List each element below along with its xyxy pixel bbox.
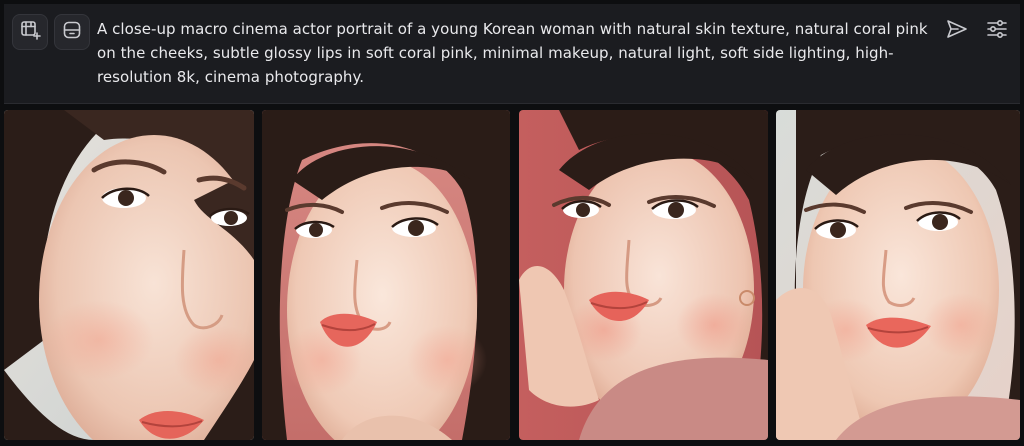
portrait-image <box>262 110 510 440</box>
film-plus-icon <box>19 19 41 45</box>
image-gallery <box>4 110 1020 440</box>
portrait-image <box>4 110 254 440</box>
video-add-button[interactable] <box>12 14 48 50</box>
image-ref-button[interactable] <box>54 14 90 50</box>
sliders-icon <box>985 17 1009 45</box>
prompt-text[interactable]: A close-up macro cinema actor portrait o… <box>97 17 947 89</box>
settings-button[interactable] <box>980 14 1014 48</box>
left-toolbar <box>12 14 90 50</box>
result-image-4[interactable] <box>776 110 1020 440</box>
send-icon <box>945 17 969 45</box>
app-window: A close-up macro cinema actor portrait o… <box>0 0 1024 446</box>
prompt-bar: A close-up macro cinema actor portrait o… <box>4 4 1020 104</box>
send-button[interactable] <box>940 14 974 48</box>
result-image-1[interactable] <box>4 110 254 440</box>
portrait-image <box>776 110 1020 440</box>
image-frame-icon <box>61 19 83 45</box>
result-image-3[interactable] <box>519 110 768 440</box>
result-image-2[interactable] <box>262 110 510 440</box>
portrait-image <box>519 110 768 440</box>
right-toolbar <box>940 14 1014 48</box>
